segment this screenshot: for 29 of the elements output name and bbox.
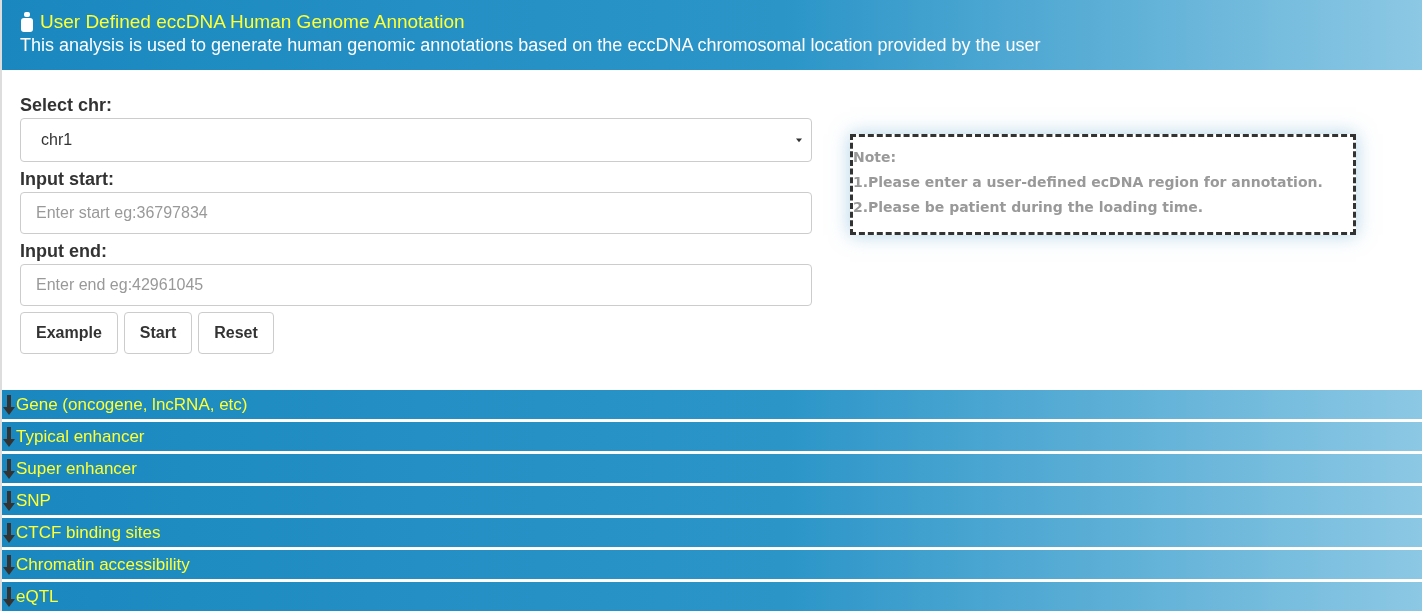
arrow-down-icon [2, 586, 16, 607]
action-button[interactable]: Reset [198, 312, 274, 354]
section-header[interactable]: SNP [2, 486, 1422, 515]
note-text: 1.Please enter a user-defined ecDNA region for annotation. [853, 174, 1324, 191]
section-header[interactable]: CTCF binding sites [2, 518, 1422, 547]
section-header[interactable]: Super enhancer [2, 454, 1422, 483]
page-subtitle: This analysis is used to generate human genomic annotations based on the eccDNA chromosomal location provided by the user [20, 34, 1042, 56]
note-title: Note: [853, 149, 898, 166]
arrow-down-icon [2, 490, 16, 511]
field-label: Input end: [20, 240, 108, 263]
arrow-down-icon [2, 426, 16, 447]
arrow-down-icon [2, 522, 16, 543]
input-field[interactable]: Enter start eg:36797834 [20, 192, 812, 234]
note-text: 2.Please be patient during the loading time. [853, 199, 1205, 216]
action-button[interactable]: Start [123, 312, 193, 354]
section-header[interactable]: eQTL [2, 582, 1422, 611]
arrow-down-icon [2, 554, 16, 575]
input-field[interactable]: Enter end eg:42961045 [20, 264, 812, 306]
arrow-down-icon [2, 458, 16, 479]
bottle-icon [20, 12, 34, 32]
field-label: Select chr: [20, 94, 114, 117]
arrow-down-icon [2, 394, 16, 415]
page-title: User Defined eccDNA Human Genome Annotation [40, 10, 465, 34]
chr-select[interactable]: chr1 [20, 118, 812, 162]
section-header[interactable]: Gene (oncogene, lncRNA, etc) [2, 390, 1422, 419]
section-header[interactable]: Chromatin accessibility [2, 550, 1422, 579]
field-label: Input start: [20, 168, 115, 191]
section-header[interactable]: Typical enhancer [2, 422, 1422, 451]
action-button[interactable]: Example [20, 312, 118, 354]
